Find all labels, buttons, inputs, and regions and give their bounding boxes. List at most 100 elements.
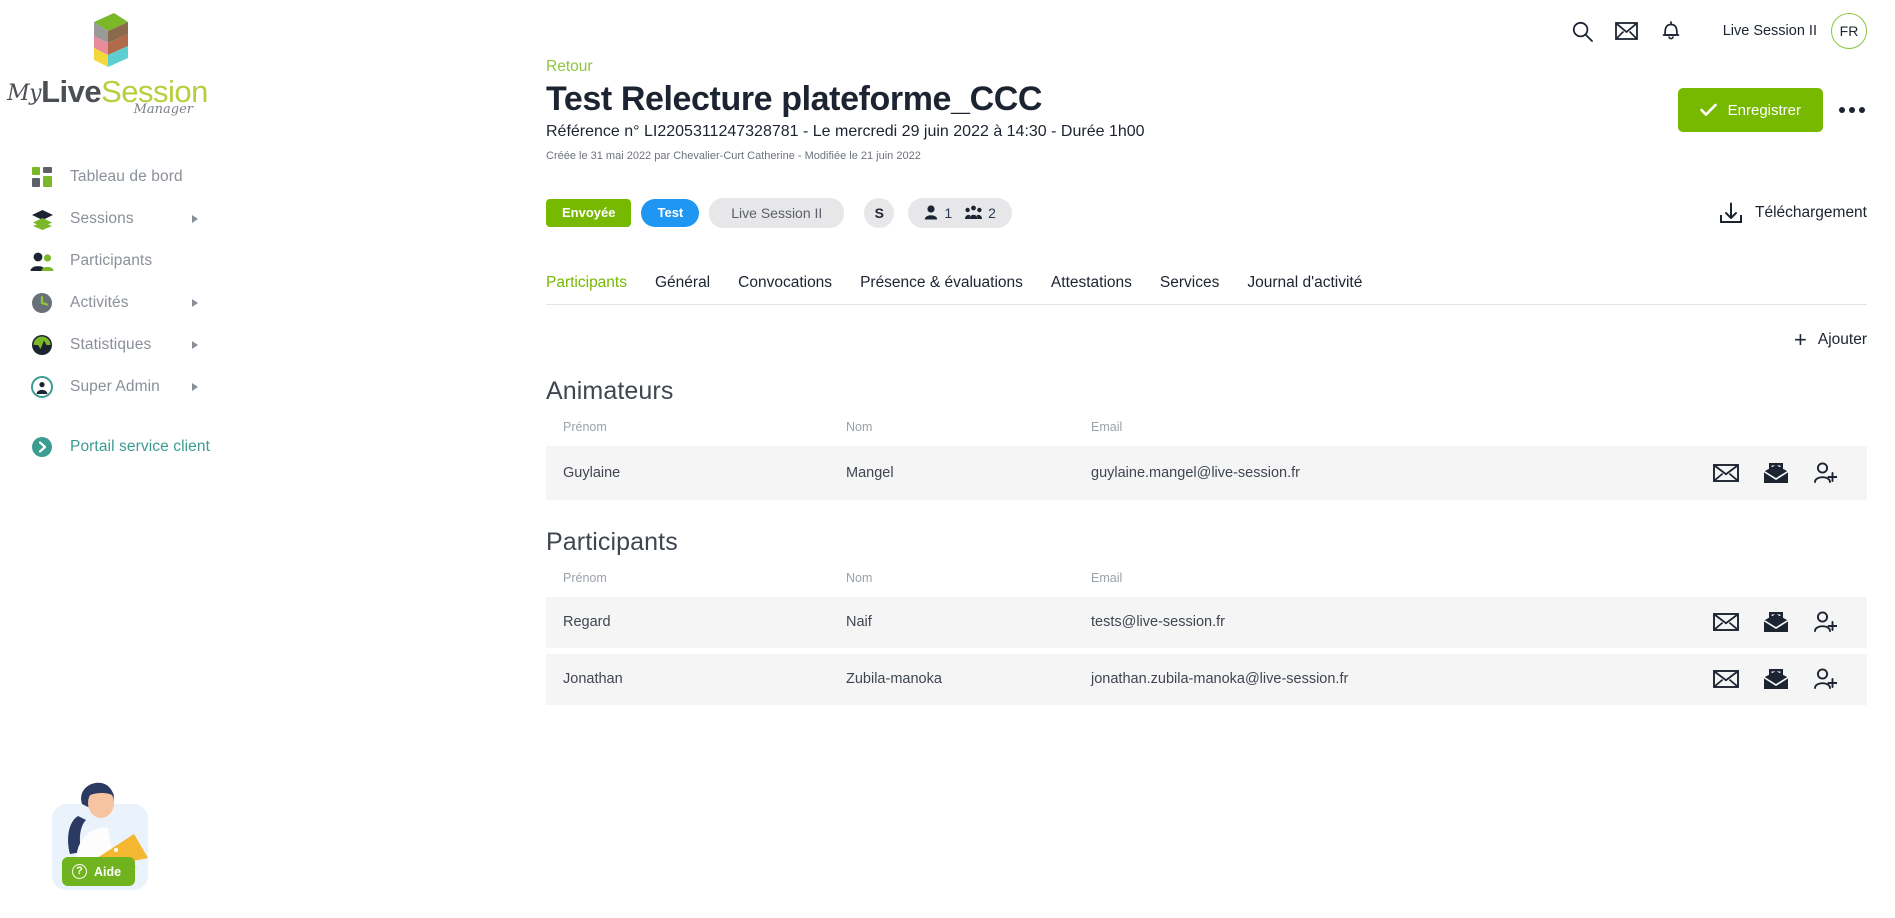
animateurs-table-head: Prénom Nom Email [546, 416, 1867, 446]
cell-firstname: Regard [546, 597, 846, 651]
tab-journal-activite[interactable]: Journal d'activité [1233, 274, 1376, 304]
counts-badge: 1 2 [908, 198, 1012, 228]
download-button-label: Téléchargement [1755, 204, 1867, 222]
cell-email: guylaine.mangel@live-session.fr [1091, 446, 1537, 500]
column-header-email: Email [1091, 567, 1537, 597]
table-header-row: Prénom Nom Email [546, 416, 1867, 446]
animateurs-table-body: Guylaine Mangel guylaine.mangel@live-ses… [546, 446, 1867, 500]
check-icon [1700, 103, 1717, 117]
app-logo[interactable]: MyLiveSession Manager [0, 0, 215, 116]
language-selector[interactable]: FR [1831, 13, 1867, 49]
type-badge: Test [641, 199, 699, 227]
open-envelope-icon[interactable] [1763, 611, 1789, 633]
person-add-icon[interactable] [1813, 462, 1837, 484]
sidebar-item-statistiques[interactable]: Statistiques [0, 324, 267, 366]
sidebar-item-label: Sessions [70, 210, 134, 228]
mail-icon[interactable] [1605, 9, 1649, 53]
chevron-right-icon [192, 341, 198, 349]
column-header-actions [1537, 567, 1867, 597]
row-action-group [1537, 668, 1867, 690]
bell-icon[interactable] [1649, 9, 1693, 53]
sidebar-item-portail-service-client[interactable]: Portail service client [0, 426, 267, 468]
table-row[interactable]: Guylaine Mangel guylaine.mangel@live-ses… [546, 446, 1867, 500]
participants-table-body: Regard Naif tests@live-session.fr [546, 597, 1867, 705]
participants-table: Prénom Nom Email Regard Naif tests@live-… [546, 567, 1867, 705]
search-icon[interactable] [1561, 9, 1605, 53]
add-button-label: Ajouter [1818, 331, 1867, 349]
more-options-button[interactable] [1837, 101, 1867, 119]
sidebar-item-participants[interactable]: Participants [0, 240, 267, 282]
badge-row: Envoyée Test Live Session II S 1 [268, 198, 1895, 228]
help-widget[interactable]: ? Aide [38, 770, 168, 900]
person-add-icon[interactable] [1813, 668, 1837, 690]
logo-wordmark: MyLiveSession Manager [0, 76, 215, 116]
cell-actions [1537, 446, 1867, 500]
animateurs-section: Animateurs Prénom Nom Email Guylaine Man… [268, 377, 1895, 500]
animateurs-table: Prénom Nom Email Guylaine Mangel guylain… [546, 416, 1867, 500]
topbar-user[interactable]: Live Session II FR [1723, 13, 1867, 49]
cell-firstname: Jonathan [546, 651, 846, 705]
column-header-firstname: Prénom [546, 567, 846, 597]
tabs-divider [546, 304, 1867, 305]
column-header-firstname: Prénom [546, 416, 846, 446]
save-button[interactable]: Enregistrer [1678, 88, 1823, 132]
open-envelope-icon[interactable] [1763, 462, 1789, 484]
table-header-row: Prénom Nom Email [546, 567, 1867, 597]
sidebar-item-activites[interactable]: Activités [0, 282, 267, 324]
layers-icon [30, 207, 54, 231]
animator-count-group: 1 [924, 205, 952, 221]
person-icon [924, 205, 938, 220]
tab-convocations[interactable]: Convocations [724, 274, 846, 304]
sidebar-item-super-admin[interactable]: Super Admin [0, 366, 267, 408]
dashboard-icon [30, 165, 54, 189]
column-header-lastname: Nom [846, 567, 1091, 597]
chevron-right-icon [192, 215, 198, 223]
main-content: Live Session II FR Retour Test Relecture… [268, 0, 1895, 918]
user-circle-icon [30, 375, 54, 399]
chevron-right-icon [192, 383, 198, 391]
tab-attestations[interactable]: Attestations [1037, 274, 1146, 304]
participant-count-group: 2 [965, 205, 996, 221]
table-row[interactable]: Jonathan Zubila-manoka jonathan.zubila-m… [546, 651, 1867, 705]
page-meta: Créée le 31 mai 2022 par Chevalier-Curt … [546, 150, 1895, 162]
add-row: + Ajouter [268, 331, 1895, 349]
sidebar-nav: Tableau de bord Sessions [0, 156, 267, 468]
save-button-label: Enregistrer [1728, 102, 1801, 119]
participants-table-head: Prénom Nom Email [546, 567, 1867, 597]
cell-actions [1537, 651, 1867, 705]
envelope-icon[interactable] [1713, 612, 1739, 632]
cell-firstname: Guylaine [546, 446, 846, 500]
sidebar-item-label: Super Admin [70, 378, 160, 396]
chevron-right-icon [192, 299, 198, 307]
download-button[interactable]: Téléchargement [1719, 202, 1867, 224]
row-action-group [1537, 462, 1867, 484]
column-header-actions [1537, 416, 1867, 446]
animator-count: 1 [944, 205, 952, 221]
person-add-icon[interactable] [1813, 611, 1837, 633]
cell-lastname: Mangel [846, 446, 1091, 500]
column-header-email: Email [1091, 416, 1537, 446]
tab-presence-evaluations[interactable]: Présence & évaluations [846, 274, 1037, 304]
sidebar-item-tableau-de-bord[interactable]: Tableau de bord [0, 156, 267, 198]
envelope-icon[interactable] [1713, 669, 1739, 689]
owner-badge: Live Session II [709, 198, 844, 228]
sidebar-item-label: Portail service client [70, 438, 210, 456]
table-row[interactable]: Regard Naif tests@live-session.fr [546, 597, 1867, 651]
help-button[interactable]: ? Aide [62, 857, 135, 886]
logo-live: Live [41, 74, 101, 109]
back-link[interactable]: Retour [546, 58, 593, 76]
row-action-group [1537, 611, 1867, 633]
cell-actions [1537, 597, 1867, 651]
tab-general[interactable]: Général [641, 274, 724, 304]
envelope-icon[interactable] [1713, 463, 1739, 483]
participants-title: Participants [546, 528, 1867, 557]
tab-participants[interactable]: Participants [546, 274, 641, 304]
topbar: Live Session II FR [268, 0, 1895, 62]
app-root: MyLiveSession Manager Tableau de bord [0, 0, 1895, 918]
tab-services[interactable]: Services [1146, 274, 1233, 304]
add-button[interactable]: + Ajouter [1794, 331, 1867, 349]
cell-email: tests@live-session.fr [1091, 597, 1537, 651]
sidebar-item-sessions[interactable]: Sessions [0, 198, 267, 240]
open-envelope-icon[interactable] [1763, 668, 1789, 690]
download-icon [1719, 202, 1743, 224]
